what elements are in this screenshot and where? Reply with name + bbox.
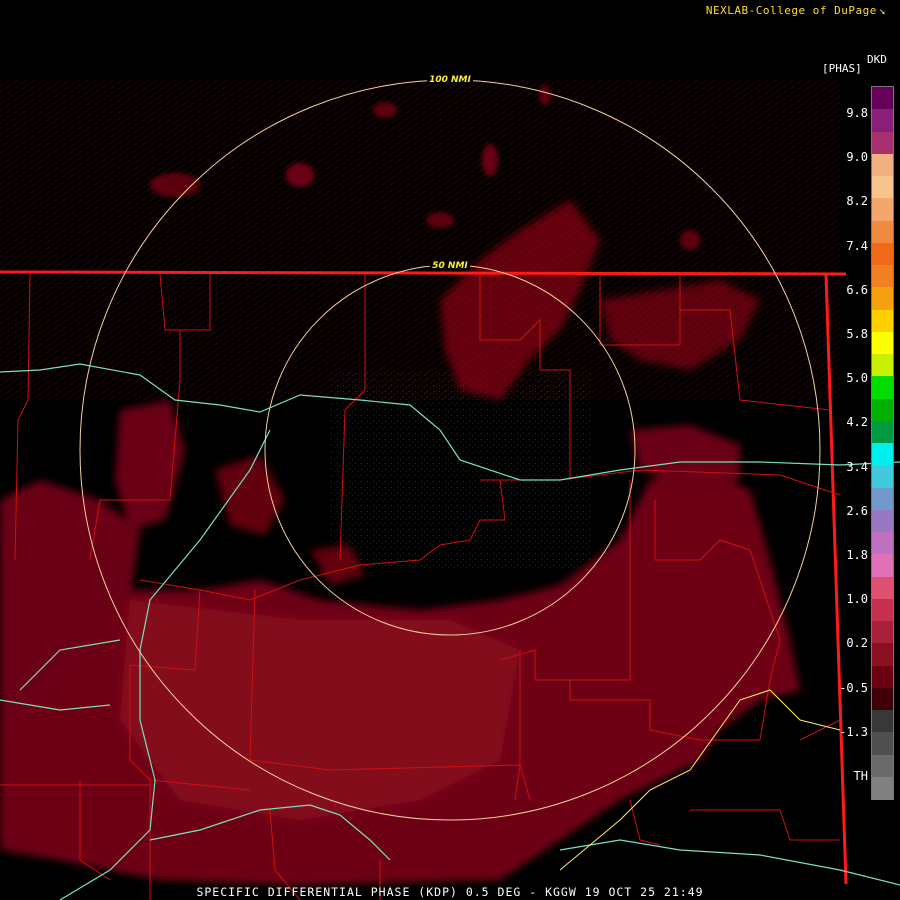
echo-east <box>630 425 740 490</box>
colorbar-tick-label: 9.0 <box>846 150 868 165</box>
colorbar-swatch <box>872 242 893 266</box>
colorbar-swatch <box>872 287 893 310</box>
colorbar-tick-label: 0.2 <box>846 636 868 651</box>
colorbar-swatch <box>872 309 893 333</box>
colorbar-swatch <box>872 265 893 288</box>
colorbar-swatch <box>872 109 893 132</box>
colorbar-tick-label: 7.4 <box>846 238 868 253</box>
colorbar-swatch <box>872 576 893 600</box>
colorbar-tick-label: 6.6 <box>846 282 868 297</box>
colorbar-swatch <box>872 665 893 689</box>
colorbar-swatch <box>872 153 893 177</box>
colorbar-tick-label: 8.2 <box>846 194 868 209</box>
colorbar-tick-label: TH <box>853 769 868 783</box>
colorbar-swatch <box>872 487 893 511</box>
colorbar-tick-label: 4.2 <box>846 415 868 430</box>
colorbar-tick-label: 1.8 <box>846 548 868 562</box>
colorbar-swatch <box>872 598 893 622</box>
colorbar-swatch <box>872 776 893 800</box>
credit-text: NEXLAB-College of DuPage <box>705 4 877 17</box>
range-ring-label-50: 50 NMI <box>432 261 468 271</box>
colorbar-tick-label: 5.8 <box>846 327 868 341</box>
colorbar-swatch <box>872 420 893 444</box>
product-caption: SPECIFIC DIFFERENTIAL PHASE (KDP) 0.5 DE… <box>196 885 704 899</box>
colorbar-tick-label: 3.4 <box>846 459 868 474</box>
colorbar-swatch <box>872 621 893 644</box>
colorbar-tick-label: -1.3 <box>839 724 868 739</box>
colorbar-swatch <box>872 220 893 244</box>
colorbar-swatch <box>872 376 893 399</box>
colorbar-tick-label: 5.0 <box>846 371 868 386</box>
colorbar-swatch <box>872 176 893 199</box>
colorbar-swatch <box>872 198 893 221</box>
colorbar-tick-label: -0.5 <box>839 680 868 695</box>
kdp-echo-field <box>0 80 840 885</box>
colorbar-tick-label: 1.0 <box>846 592 868 607</box>
colorbar-swatch <box>872 643 893 666</box>
range-ring-label-100: 100 NMI <box>429 75 471 85</box>
colorbar-swatch <box>872 554 893 577</box>
colorbar-swatch <box>872 443 893 466</box>
colorbar-swatch <box>872 509 893 533</box>
colorbar-product: DKD <box>867 53 887 66</box>
colorbar-swatch <box>872 398 893 422</box>
colorbar-swatch <box>872 710 893 733</box>
colorbar-swatch <box>872 354 893 377</box>
colorbar-swatch <box>872 532 893 555</box>
state-border-north <box>0 270 847 276</box>
echo-west-mid <box>115 400 185 530</box>
echo-center-west <box>215 455 285 535</box>
colorbar-unit: [PHAS] <box>822 62 862 75</box>
colorbar-swatch <box>872 331 893 355</box>
credit-label: NEXLAB-College of DuPage ↘ <box>706 4 886 17</box>
colorbar-swatch <box>872 754 893 778</box>
colorbar-tick-label: 2.6 <box>846 503 868 518</box>
colorbar-swatch <box>872 131 893 155</box>
corner-mark-icon: ↘ <box>878 4 886 17</box>
colorbar-swatch <box>872 465 893 488</box>
colorbar <box>871 86 894 800</box>
colorbar-tick-label: 9.8 <box>846 106 868 120</box>
colorbar-swatch <box>872 732 893 755</box>
colorbar-swatch <box>872 687 893 711</box>
colorbar-swatch <box>872 87 893 110</box>
radar-map: 100 NMI 50 NMI <box>0 74 900 900</box>
